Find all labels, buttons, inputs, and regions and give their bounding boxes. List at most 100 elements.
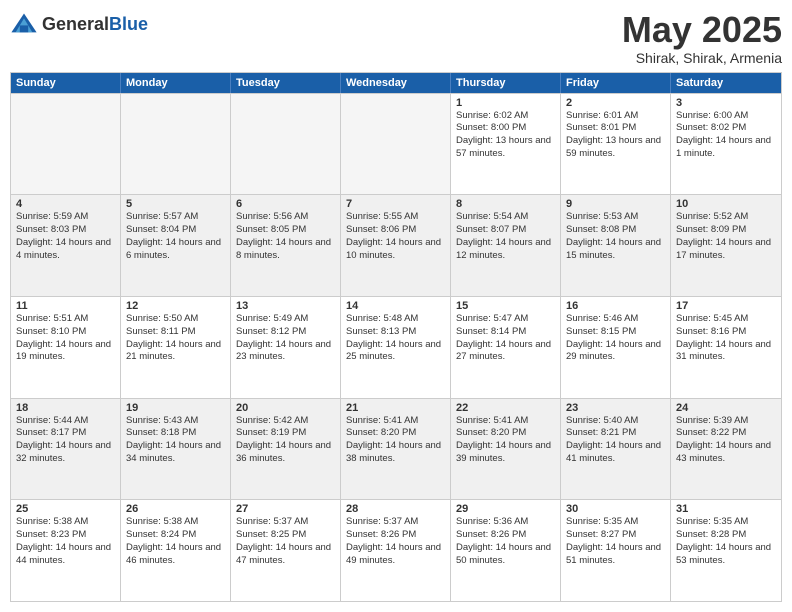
day-cell-3: 3Sunrise: 6:00 AMSunset: 8:02 PMDaylight… — [671, 94, 781, 195]
day-number: 28 — [346, 503, 445, 515]
cell-text: Sunrise: 6:02 AMSunset: 8:00 PMDaylight:… — [456, 110, 551, 159]
day-cell-4: 4Sunrise: 5:59 AMSunset: 8:03 PMDaylight… — [11, 195, 121, 296]
day-number: 27 — [236, 503, 335, 515]
weekday-header-friday: Friday — [561, 73, 671, 93]
day-number: 6 — [236, 198, 335, 210]
cell-text: Sunrise: 5:51 AMSunset: 8:10 PMDaylight:… — [16, 313, 111, 362]
cell-text: Sunrise: 5:55 AMSunset: 8:06 PMDaylight:… — [346, 211, 441, 260]
day-number: 16 — [566, 300, 665, 312]
cell-text: Sunrise: 5:38 AMSunset: 8:24 PMDaylight:… — [126, 516, 221, 565]
day-cell-7: 7Sunrise: 5:55 AMSunset: 8:06 PMDaylight… — [341, 195, 451, 296]
cell-text: Sunrise: 5:35 AMSunset: 8:27 PMDaylight:… — [566, 516, 661, 565]
day-cell-20: 20Sunrise: 5:42 AMSunset: 8:19 PMDayligh… — [231, 399, 341, 500]
weekday-header-thursday: Thursday — [451, 73, 561, 93]
day-cell-12: 12Sunrise: 5:50 AMSunset: 8:11 PMDayligh… — [121, 297, 231, 398]
day-cell-30: 30Sunrise: 5:35 AMSunset: 8:27 PMDayligh… — [561, 500, 671, 601]
day-cell-5: 5Sunrise: 5:57 AMSunset: 8:04 PMDaylight… — [121, 195, 231, 296]
cell-text: Sunrise: 5:38 AMSunset: 8:23 PMDaylight:… — [16, 516, 111, 565]
cell-text: Sunrise: 5:48 AMSunset: 8:13 PMDaylight:… — [346, 313, 441, 362]
weekday-header-saturday: Saturday — [671, 73, 781, 93]
day-cell-6: 6Sunrise: 5:56 AMSunset: 8:05 PMDaylight… — [231, 195, 341, 296]
day-cell-18: 18Sunrise: 5:44 AMSunset: 8:17 PMDayligh… — [11, 399, 121, 500]
day-number: 31 — [676, 503, 776, 515]
day-number: 21 — [346, 402, 445, 414]
calendar-body: 1Sunrise: 6:02 AMSunset: 8:00 PMDaylight… — [11, 93, 781, 601]
empty-cell — [11, 94, 121, 195]
weekday-header-tuesday: Tuesday — [231, 73, 341, 93]
cell-text: Sunrise: 5:44 AMSunset: 8:17 PMDaylight:… — [16, 415, 111, 464]
day-cell-25: 25Sunrise: 5:38 AMSunset: 8:23 PMDayligh… — [11, 500, 121, 601]
day-number: 8 — [456, 198, 555, 210]
day-number: 22 — [456, 402, 555, 414]
page: GeneralBlue May 2025 Shirak, Shirak, Arm… — [0, 0, 792, 612]
day-cell-27: 27Sunrise: 5:37 AMSunset: 8:25 PMDayligh… — [231, 500, 341, 601]
logo-text: GeneralBlue — [42, 14, 148, 35]
day-number: 13 — [236, 300, 335, 312]
cell-text: Sunrise: 5:39 AMSunset: 8:22 PMDaylight:… — [676, 415, 771, 464]
day-number: 4 — [16, 198, 115, 210]
calendar: SundayMondayTuesdayWednesdayThursdayFrid… — [10, 72, 782, 602]
cell-text: Sunrise: 6:01 AMSunset: 8:01 PMDaylight:… — [566, 110, 661, 159]
day-number: 23 — [566, 402, 665, 414]
title-block: May 2025 Shirak, Shirak, Armenia — [622, 10, 782, 66]
cell-text: Sunrise: 5:41 AMSunset: 8:20 PMDaylight:… — [346, 415, 441, 464]
day-number: 3 — [676, 97, 776, 109]
day-number: 17 — [676, 300, 776, 312]
day-cell-24: 24Sunrise: 5:39 AMSunset: 8:22 PMDayligh… — [671, 399, 781, 500]
location-title: Shirak, Shirak, Armenia — [622, 50, 782, 66]
day-cell-1: 1Sunrise: 6:02 AMSunset: 8:00 PMDaylight… — [451, 94, 561, 195]
cell-text: Sunrise: 5:56 AMSunset: 8:05 PMDaylight:… — [236, 211, 331, 260]
cell-text: Sunrise: 5:53 AMSunset: 8:08 PMDaylight:… — [566, 211, 661, 260]
logo: GeneralBlue — [10, 10, 148, 38]
cell-text: Sunrise: 5:37 AMSunset: 8:25 PMDaylight:… — [236, 516, 331, 565]
cell-text: Sunrise: 5:40 AMSunset: 8:21 PMDaylight:… — [566, 415, 661, 464]
cell-text: Sunrise: 5:36 AMSunset: 8:26 PMDaylight:… — [456, 516, 551, 565]
day-number: 26 — [126, 503, 225, 515]
day-cell-28: 28Sunrise: 5:37 AMSunset: 8:26 PMDayligh… — [341, 500, 451, 601]
calendar-row-1: 4Sunrise: 5:59 AMSunset: 8:03 PMDaylight… — [11, 194, 781, 296]
day-number: 30 — [566, 503, 665, 515]
day-number: 5 — [126, 198, 225, 210]
day-number: 9 — [566, 198, 665, 210]
cell-text: Sunrise: 5:46 AMSunset: 8:15 PMDaylight:… — [566, 313, 661, 362]
day-cell-22: 22Sunrise: 5:41 AMSunset: 8:20 PMDayligh… — [451, 399, 561, 500]
calendar-row-2: 11Sunrise: 5:51 AMSunset: 8:10 PMDayligh… — [11, 296, 781, 398]
logo-icon — [10, 10, 38, 38]
day-cell-16: 16Sunrise: 5:46 AMSunset: 8:15 PMDayligh… — [561, 297, 671, 398]
calendar-header: SundayMondayTuesdayWednesdayThursdayFrid… — [11, 73, 781, 93]
weekday-header-wednesday: Wednesday — [341, 73, 451, 93]
cell-text: Sunrise: 5:50 AMSunset: 8:11 PMDaylight:… — [126, 313, 221, 362]
empty-cell — [231, 94, 341, 195]
day-number: 20 — [236, 402, 335, 414]
calendar-row-3: 18Sunrise: 5:44 AMSunset: 8:17 PMDayligh… — [11, 398, 781, 500]
cell-text: Sunrise: 5:47 AMSunset: 8:14 PMDaylight:… — [456, 313, 551, 362]
day-number: 14 — [346, 300, 445, 312]
day-number: 15 — [456, 300, 555, 312]
day-cell-13: 13Sunrise: 5:49 AMSunset: 8:12 PMDayligh… — [231, 297, 341, 398]
cell-text: Sunrise: 5:37 AMSunset: 8:26 PMDaylight:… — [346, 516, 441, 565]
day-number: 2 — [566, 97, 665, 109]
day-number: 10 — [676, 198, 776, 210]
day-cell-9: 9Sunrise: 5:53 AMSunset: 8:08 PMDaylight… — [561, 195, 671, 296]
cell-text: Sunrise: 5:57 AMSunset: 8:04 PMDaylight:… — [126, 211, 221, 260]
header: GeneralBlue May 2025 Shirak, Shirak, Arm… — [10, 10, 782, 66]
cell-text: Sunrise: 5:52 AMSunset: 8:09 PMDaylight:… — [676, 211, 771, 260]
day-number: 29 — [456, 503, 555, 515]
day-cell-11: 11Sunrise: 5:51 AMSunset: 8:10 PMDayligh… — [11, 297, 121, 398]
calendar-row-4: 25Sunrise: 5:38 AMSunset: 8:23 PMDayligh… — [11, 499, 781, 601]
cell-text: Sunrise: 5:45 AMSunset: 8:16 PMDaylight:… — [676, 313, 771, 362]
day-cell-23: 23Sunrise: 5:40 AMSunset: 8:21 PMDayligh… — [561, 399, 671, 500]
day-cell-15: 15Sunrise: 5:47 AMSunset: 8:14 PMDayligh… — [451, 297, 561, 398]
day-number: 25 — [16, 503, 115, 515]
cell-text: Sunrise: 5:54 AMSunset: 8:07 PMDaylight:… — [456, 211, 551, 260]
day-cell-8: 8Sunrise: 5:54 AMSunset: 8:07 PMDaylight… — [451, 195, 561, 296]
cell-text: Sunrise: 5:59 AMSunset: 8:03 PMDaylight:… — [16, 211, 111, 260]
day-number: 12 — [126, 300, 225, 312]
cell-text: Sunrise: 5:42 AMSunset: 8:19 PMDaylight:… — [236, 415, 331, 464]
day-cell-26: 26Sunrise: 5:38 AMSunset: 8:24 PMDayligh… — [121, 500, 231, 601]
day-number: 7 — [346, 198, 445, 210]
cell-text: Sunrise: 5:35 AMSunset: 8:28 PMDaylight:… — [676, 516, 771, 565]
cell-text: Sunrise: 5:49 AMSunset: 8:12 PMDaylight:… — [236, 313, 331, 362]
calendar-row-0: 1Sunrise: 6:02 AMSunset: 8:00 PMDaylight… — [11, 93, 781, 195]
day-cell-2: 2Sunrise: 6:01 AMSunset: 8:01 PMDaylight… — [561, 94, 671, 195]
